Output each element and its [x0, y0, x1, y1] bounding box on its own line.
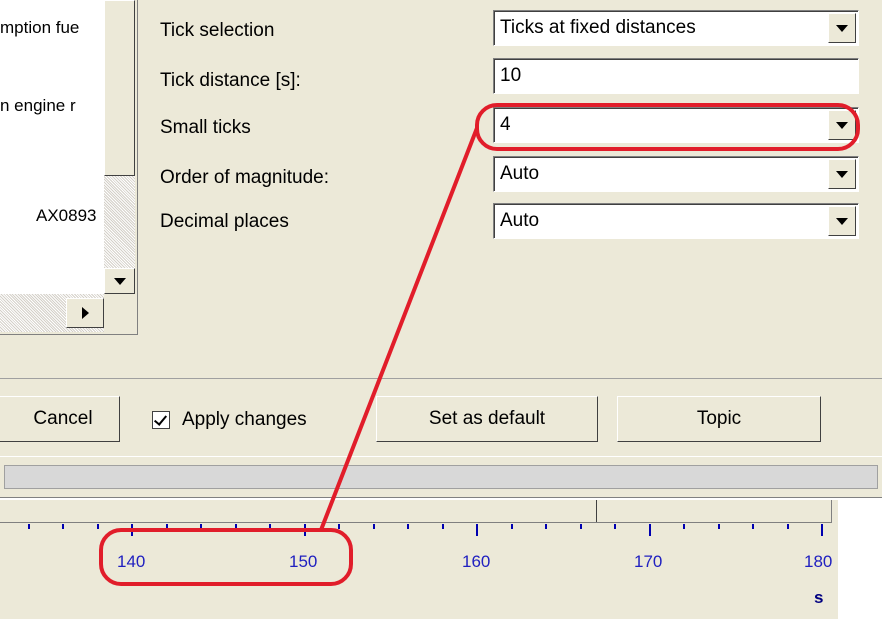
annotation-connector: [319, 127, 479, 531]
annotation-arrow-line: [319, 127, 479, 531]
